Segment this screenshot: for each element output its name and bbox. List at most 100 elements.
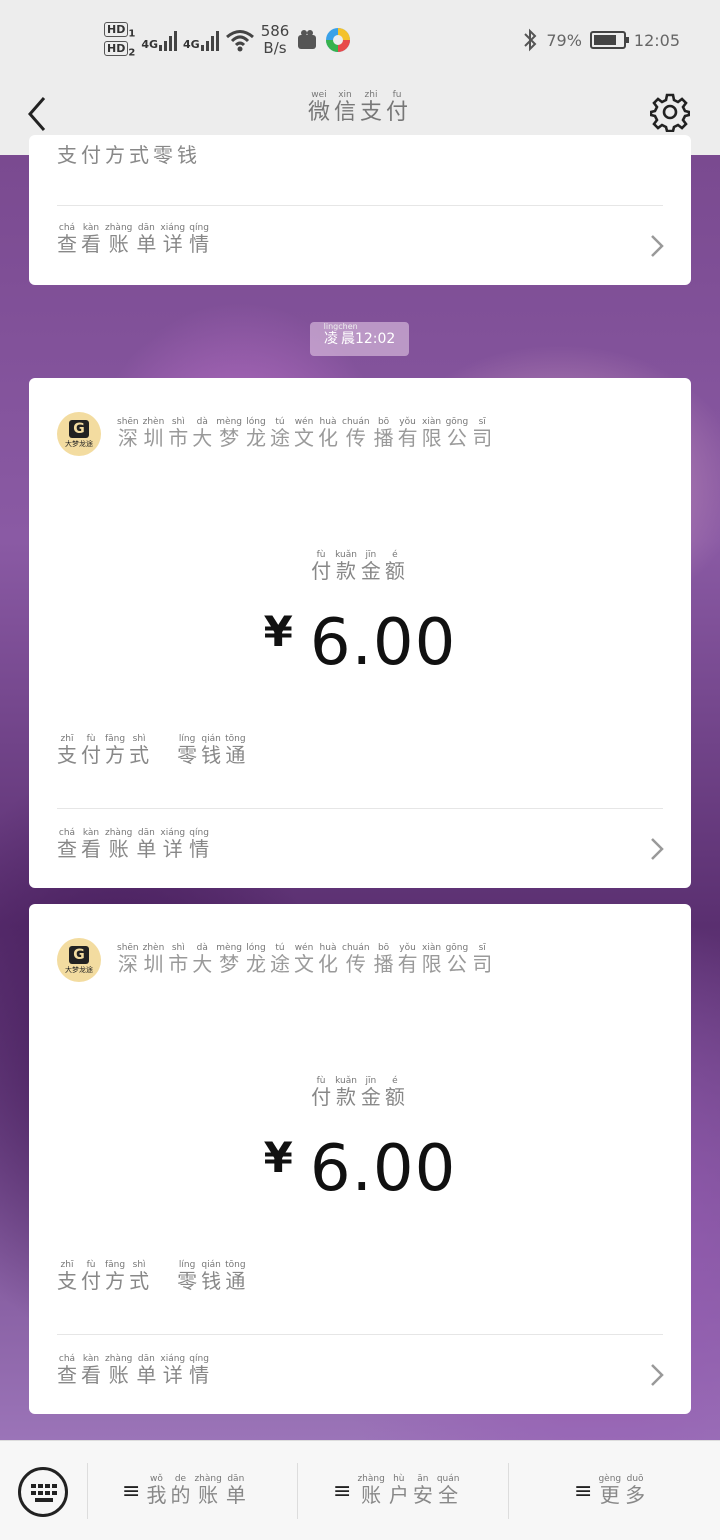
ruby-char: 账zhàng	[194, 1474, 222, 1507]
signal-1-icon: 4G	[141, 29, 177, 51]
amount-label: 付fù款kuǎn金jīn额é	[29, 550, 691, 584]
ruby-char: 付	[81, 143, 101, 167]
menu-more[interactable]: ≡ 更gèng多duō	[574, 1463, 649, 1519]
merchant-logo-letter: G	[69, 419, 89, 438]
ruby-char: 付fù	[81, 734, 101, 767]
chevron-right-icon[interactable]	[649, 836, 665, 862]
ruby-char: 微wei	[307, 90, 330, 125]
hamburger-icon: ≡	[333, 1478, 352, 1504]
keyboard-icon[interactable]	[18, 1467, 68, 1517]
ruby-char: 传chuán	[342, 417, 370, 450]
amount-label-text: 付fù款kuǎn金jīn额é	[311, 550, 409, 584]
ruby-char: 付fù	[311, 550, 332, 583]
status-bar: HD 1 HD 2 4G 4G 586 B/s 79% 12:05	[0, 0, 720, 82]
ruby-char: 支zhī	[57, 734, 77, 767]
ruby-char: 圳zhèn	[142, 943, 165, 976]
menu-my-bills[interactable]: ≡ 我wǒ的de账zhàng单dān	[122, 1463, 250, 1519]
ruby-char: 情qíng	[189, 223, 210, 256]
ruby-char: 查chá	[57, 223, 77, 256]
hd2-sub: 2	[128, 47, 136, 59]
ruby-char: 安ān	[412, 1474, 433, 1507]
ruby-char: 大dà	[192, 417, 213, 450]
ruby-char: 额é	[384, 1076, 405, 1109]
ruby-char: 凌ling	[323, 322, 339, 347]
ruby-char: 款kuǎn	[335, 550, 357, 583]
ruby-char: 付fù	[311, 1076, 332, 1109]
view-bill-details-text: 查chá看kàn账zhàng单dān详xiáng情qíng	[57, 828, 213, 862]
payment-card[interactable]: G 大梦龙途 深shēn圳zhèn市shì大dà梦mèng龙lóng途tú文wé…	[29, 378, 691, 888]
ruby-char: 信xin	[333, 90, 356, 125]
chevron-right-icon[interactable]	[649, 1362, 665, 1388]
menu-divider	[508, 1463, 509, 1519]
ruby-char: 文wén	[294, 417, 314, 450]
ruby-char: 化huà	[318, 943, 338, 976]
merchant-name: 深shēn圳zhèn市shì大dà梦mèng龙lóng途tú文wén化huà传c…	[117, 417, 496, 451]
page-title: 微wei信xin支zhi付fu	[0, 90, 720, 126]
ruby-char: 途tú	[270, 943, 290, 976]
message-time-value: 12:02	[354, 331, 396, 347]
ruby-char: 深shēn	[117, 943, 139, 976]
hd1-label: HD	[104, 21, 129, 37]
ruby-char: 单dān	[136, 828, 157, 861]
ruby-char: 钱qián	[201, 734, 222, 767]
ruby-char: 金jīn	[360, 1076, 381, 1109]
ruby-char: 支	[57, 143, 77, 167]
view-bill-details-link[interactable]: 查chá看kàn账zhàng单dān详xiáng情qíng	[57, 828, 213, 862]
signal-1-type: 4G	[141, 38, 158, 51]
menu-divider	[87, 1463, 88, 1519]
message-time: 凌ling晨chen12:02	[310, 322, 409, 356]
wifi-icon	[225, 30, 254, 52]
pay-method-label: 支zhī付fù方fāng式shì	[57, 734, 153, 768]
battery-percent: 79%	[546, 30, 582, 50]
card-divider	[57, 1334, 663, 1335]
payment-amount: ¥6.00	[29, 1132, 691, 1206]
gear-icon[interactable]	[650, 92, 690, 132]
payment-card[interactable]: G 大梦龙途 深shēn圳zhèn市shì大dà梦mèng龙lóng途tú文wé…	[29, 904, 691, 1414]
ruby-char: 有yǒu	[397, 943, 418, 976]
signal-2-type: 4G	[183, 38, 200, 51]
view-bill-details-link[interactable]: 查chá看kàn账zhàng单dān详xiáng情qíng	[57, 1354, 213, 1388]
merchant-row: G 大梦龙途 深shēn圳zhèn市shì大dà梦mèng龙lóng途tú文wé…	[57, 938, 496, 982]
ruby-char: 款kuǎn	[335, 1076, 357, 1109]
ruby-char: 多duō	[625, 1474, 646, 1507]
chevron-right-icon[interactable]	[649, 233, 665, 259]
message-time-period: 凌ling晨chen	[323, 322, 358, 347]
menu-account-security[interactable]: ≡ 账zhàng户hù安ān全quán	[333, 1463, 463, 1519]
view-bill-details-link[interactable]: 查chá看kàn账zhàng单dān详xiáng情qíng	[57, 223, 213, 257]
ruby-char: 式shì	[129, 1260, 150, 1293]
hd1-sub: 1	[128, 28, 136, 39]
ruby-char: 看kàn	[81, 223, 101, 256]
ruby-char: 查chá	[57, 1354, 77, 1387]
ruby-char: 梦mèng	[216, 417, 243, 450]
ruby-char: 零líng	[177, 1260, 198, 1293]
menu-my-bills-label: 我wǒ的de账zhàng单dān	[146, 1474, 249, 1508]
ruby-char: 付fù	[81, 1260, 101, 1293]
ruby-char: 零	[153, 143, 173, 167]
ruby-char: 我wǒ	[146, 1474, 167, 1507]
bottom-menu-bar: ≡ 我wǒ的de账zhàng单dān ≡ 账zhàng户hù安ān全quán ≡…	[0, 1440, 720, 1540]
ruby-char: 梦mèng	[216, 943, 243, 976]
signal-2-icon: 4G	[183, 29, 219, 51]
ruby-char: 市shì	[168, 943, 189, 976]
ruby-char: 方fāng	[105, 1260, 126, 1293]
currency-symbol: ¥	[263, 1133, 294, 1182]
ruby-char: 传chuán	[342, 943, 370, 976]
ruby-char: 公gōng	[445, 943, 469, 976]
ruby-char: 市shì	[168, 417, 189, 450]
amount-value: 6.00	[309, 606, 457, 680]
ruby-char: 方	[105, 143, 125, 167]
ruby-char: 情qíng	[189, 828, 210, 861]
ruby-char: 看kàn	[81, 1354, 101, 1387]
merchant-row: G 大梦龙途 深shēn圳zhèn市shì大dà梦mèng龙lóng途tú文wé…	[57, 412, 496, 456]
pay-method-row-partial: 支付方式零钱	[57, 139, 201, 168]
ruby-char: 途tú	[270, 417, 290, 450]
ruby-char: 支zhi	[360, 90, 383, 125]
ruby-char: 户hù	[388, 1474, 409, 1507]
ruby-char: 详xiáng	[160, 223, 186, 256]
battery-icon	[589, 31, 629, 49]
menu-account-security-label: 账zhàng户hù安ān全quán	[357, 1474, 463, 1508]
hamburger-icon: ≡	[122, 1478, 141, 1504]
ruby-char: 播bō	[373, 943, 394, 976]
pay-method-value: 零líng钱qián通tōng	[177, 734, 249, 768]
ruby-char: 通tōng	[225, 1260, 246, 1293]
